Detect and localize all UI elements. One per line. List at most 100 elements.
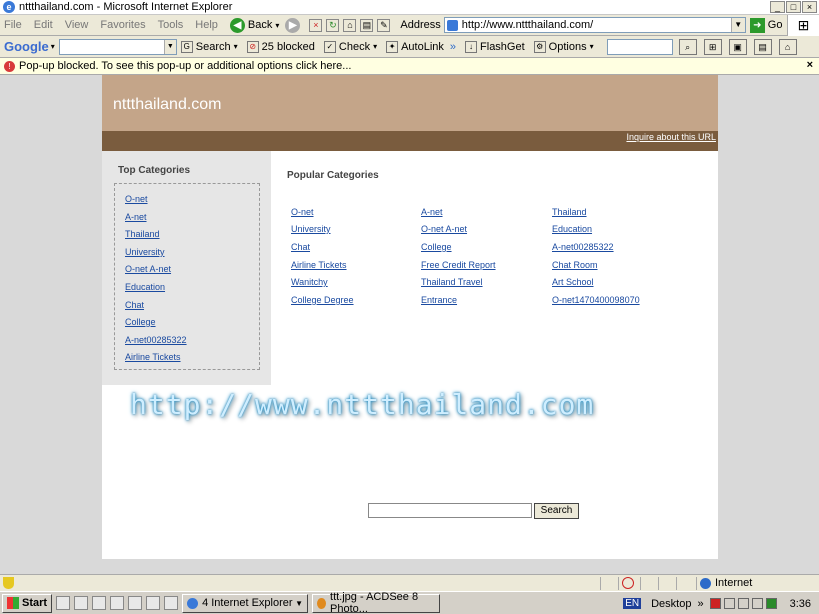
autolink-button[interactable]: ✦ AutoLink » (386, 40, 456, 53)
devices-icon[interactable]: ▣ (728, 38, 747, 55)
popular-category-link[interactable]: O-net A-net (421, 224, 467, 234)
back-button[interactable]: ◀ Back ▾ (229, 17, 279, 33)
back-dropdown-icon[interactable]: ▾ (275, 21, 279, 30)
taskbar: Start 4 Internet Explorer ▼ ttt.jpg - AC… (0, 591, 819, 614)
google-menu-icon[interactable]: ▾ (51, 42, 55, 51)
site-search-input[interactable] (368, 503, 532, 518)
globe-icon (700, 577, 711, 589)
popular-category-link[interactable]: Thailand Travel (421, 277, 483, 287)
options-dropdown-icon[interactable]: ▾ (590, 42, 594, 51)
site-search-button[interactable]: Search (534, 503, 579, 519)
google-search-button[interactable]: G Search ▾ (180, 40, 238, 53)
menu-favorites[interactable]: Favorites (100, 19, 145, 31)
popup-message[interactable]: Pop-up blocked. To see this pop-up or ad… (19, 60, 351, 72)
taskbar-ie-group[interactable]: 4 Internet Explorer ▼ (182, 593, 309, 613)
popular-category-link[interactable]: Thailand (552, 207, 587, 217)
minimize-button[interactable]: _ (770, 1, 785, 13)
top-category-link[interactable]: O-net (125, 194, 148, 204)
language-indicator[interactable]: EN (623, 598, 642, 609)
stop-icon[interactable]: × (309, 18, 323, 32)
menu-view[interactable]: View (65, 19, 89, 31)
house-icon[interactable]: ⌂ (778, 38, 797, 55)
google-search-dropdown-icon[interactable]: ▼ (163, 39, 176, 54)
status-divider (696, 577, 697, 590)
home-icon[interactable]: ⌂ (343, 18, 357, 32)
quicklaunch-folder-icon[interactable] (146, 596, 161, 610)
popular-category-link[interactable]: Airline Tickets (291, 260, 347, 270)
google-logo[interactable]: Google (4, 39, 49, 54)
quicklaunch-outlook-icon[interactable] (74, 596, 89, 610)
google-search-input[interactable]: ▼ (58, 38, 177, 55)
popular-category-link[interactable]: Chat (291, 242, 310, 252)
spellcheck-button[interactable]: ✓ Check ▾ (323, 40, 377, 53)
edit-icon[interactable]: ✎ (377, 18, 391, 32)
top-category-link[interactable]: Thailand (125, 229, 160, 239)
start-button[interactable]: Start (2, 593, 53, 613)
popup-blocked-status-icon[interactable] (622, 577, 634, 589)
maximize-button[interactable]: □ (786, 1, 801, 13)
tray-app-icon[interactable] (709, 598, 721, 609)
menu-tools[interactable]: Tools (158, 19, 184, 31)
print-icon[interactable]: ▤ (360, 18, 374, 32)
popular-category-link[interactable]: A-net (421, 207, 443, 217)
popular-category-link[interactable]: Education (552, 224, 592, 234)
quicklaunch-ie-icon[interactable] (56, 596, 71, 610)
tray-network-icon[interactable] (723, 598, 735, 609)
quicklaunch-browser-icon[interactable] (92, 596, 107, 610)
clock[interactable]: 3:36 (790, 598, 811, 610)
tray-volume-icon[interactable] (737, 598, 749, 609)
forward-button[interactable]: ▶ (285, 17, 303, 33)
go-button[interactable]: ➜ Go (749, 17, 782, 33)
top-category-link[interactable]: College (125, 317, 156, 327)
top-category-link[interactable]: Airline Tickets (125, 352, 181, 362)
top-category-link[interactable]: A-net (125, 212, 147, 222)
quicklaunch-messenger-icon[interactable] (128, 596, 143, 610)
magnifier-icon[interactable]: ⌕ (678, 38, 697, 55)
popup-blocker-button[interactable]: ⊘ 25 blocked (246, 40, 315, 53)
menu-edit[interactable]: Edit (34, 19, 53, 31)
top-category-link[interactable]: O-net A-net (125, 264, 171, 274)
top-category-link[interactable]: Chat (125, 300, 144, 310)
search-dropdown-icon[interactable]: ▾ (234, 42, 238, 51)
taskbar-acdsee[interactable]: ttt.jpg - ACDSee 8 Photo... (312, 591, 441, 614)
popular-category-link[interactable]: O-net (291, 207, 314, 217)
menu-file[interactable]: File (4, 19, 22, 31)
popular-category-link[interactable]: Chat Room (552, 260, 598, 270)
popular-category-link[interactable]: O-net1470400098070 (552, 295, 640, 305)
options-button[interactable]: ⚙ Options ▾ (533, 40, 594, 53)
popular-category-link[interactable]: Wanitchy (291, 277, 328, 287)
popup-blocker-icon: ⊘ (246, 40, 259, 53)
toolbar-text-input[interactable] (606, 38, 673, 55)
address-dropdown-icon[interactable]: ▼ (730, 18, 745, 32)
popular-category-link[interactable]: A-net00285322 (552, 242, 614, 252)
desktop-toolbar-label[interactable]: Desktop (651, 598, 691, 610)
address-field[interactable]: http://www.nttthailand.com/ ▼ (443, 17, 746, 33)
tray-expand-icon[interactable]: » (697, 598, 703, 610)
close-button[interactable]: × (802, 1, 817, 13)
tray-signal-icon[interactable] (751, 598, 763, 609)
tray-update-icon[interactable] (765, 598, 777, 609)
inquire-link[interactable]: Inquire about this URL (626, 132, 716, 142)
refresh-icon[interactable]: ↻ (326, 18, 340, 32)
popular-category-link[interactable]: University (291, 224, 331, 234)
popular-category-link[interactable]: College (421, 242, 452, 252)
top-category-link[interactable]: A-net00285322 (125, 335, 187, 345)
printer-icon[interactable]: ▤ (753, 38, 772, 55)
more-chevron-icon[interactable]: » (450, 41, 456, 53)
menu-help[interactable]: Help (195, 19, 218, 31)
quicklaunch-app-icon[interactable] (110, 596, 125, 610)
popular-category-link[interactable]: Free Credit Report (421, 260, 496, 270)
flashget-button[interactable]: ↓ FlashGet (465, 40, 525, 53)
popular-category-link[interactable]: Entrance (421, 295, 457, 305)
address-value[interactable]: http://www.nttthailand.com/ (462, 19, 731, 31)
top-category-link[interactable]: Education (125, 282, 165, 292)
popular-category-link[interactable]: College Degree (291, 295, 354, 305)
acdsee-task-icon (317, 597, 327, 609)
top-category-link[interactable]: University (125, 247, 165, 257)
popular-category-link[interactable]: Art School (552, 277, 594, 287)
popup-info-bar[interactable]: ! Pop-up blocked. To see this pop-up or … (0, 58, 819, 75)
settings-icon[interactable]: ⊞ (703, 38, 722, 55)
check-dropdown-icon[interactable]: ▾ (373, 42, 377, 51)
close-icon[interactable]: × (807, 59, 813, 71)
quicklaunch-media-icon[interactable] (164, 596, 179, 610)
